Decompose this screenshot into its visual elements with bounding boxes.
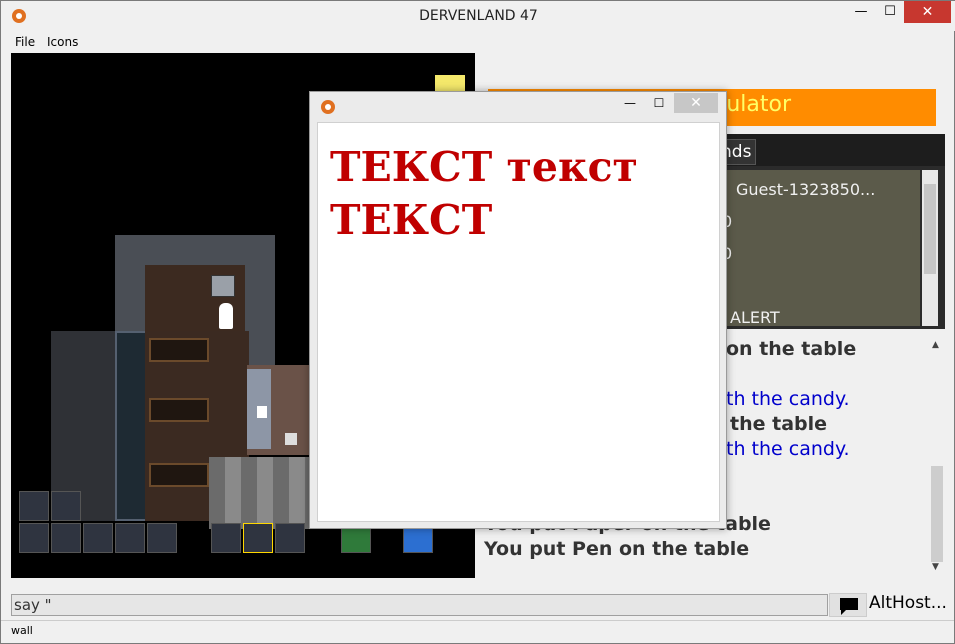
scroll-up-icon[interactable]: ▲ <box>932 340 939 350</box>
text-popup-window: — ☐ ✕ ТЕКСТ текст ТЕКСТ <box>309 91 727 529</box>
app-logo-icon <box>321 100 335 114</box>
shelf <box>149 338 209 362</box>
slot-head-icon[interactable] <box>83 523 113 553</box>
pen-item[interactable] <box>285 433 297 445</box>
popup-text: ТЕКСТ текст ТЕКСТ <box>330 143 638 244</box>
menu-icons[interactable]: Icons <box>47 35 78 49</box>
menu-file[interactable]: File <box>15 35 35 49</box>
scroll-thumb[interactable] <box>931 466 943 562</box>
title-bar: DERVENLAND 47 — ☐ ✕ <box>1 1 955 31</box>
slot-paper-icon[interactable] <box>243 523 273 553</box>
popup-content: ТЕКСТ текст ТЕКСТ <box>317 122 720 522</box>
shelf <box>149 398 209 422</box>
scroll-thumb[interactable] <box>924 184 936 274</box>
chat-line: th the candy. <box>726 438 850 460</box>
slot-hand-icon[interactable] <box>19 523 49 553</box>
chat-line: on the table <box>726 338 857 360</box>
close-button[interactable]: ✕ <box>904 1 951 23</box>
player-character[interactable] <box>219 303 233 329</box>
slot-helmet-icon[interactable] <box>51 491 81 521</box>
slot-ear-icon[interactable] <box>51 523 81 553</box>
scroll-down-icon[interactable]: ▼ <box>932 562 939 572</box>
menu-bar: File Icons <box>1 32 955 52</box>
status-bar: wall <box>1 620 954 642</box>
banner-text: ulator <box>726 92 791 117</box>
speech-bubble-icon <box>840 598 858 615</box>
slot-right-hand-icon[interactable] <box>211 523 241 553</box>
slot-suit-icon[interactable] <box>115 523 145 553</box>
popup-close-button[interactable]: ✕ <box>674 93 718 113</box>
window-title: DERVENLAND 47 <box>419 8 538 24</box>
paper-item[interactable] <box>257 406 267 418</box>
slot-book-icon[interactable] <box>19 491 49 521</box>
slot-figure-icon[interactable] <box>275 523 305 553</box>
command-input[interactable] <box>11 594 828 616</box>
alert-label: ALERT <box>730 308 780 327</box>
chat-line: th the candy. <box>726 388 850 410</box>
minimize-button[interactable]: — <box>846 1 876 23</box>
maximize-button[interactable]: ☐ <box>876 1 904 23</box>
chat-line: the table <box>730 413 828 435</box>
game-window: DERVENLAND 47 — ☐ ✕ File Icons ulator nd… <box>0 0 955 644</box>
status-text: wall <box>11 624 33 637</box>
chat-line: You put Pen on the table <box>484 538 750 560</box>
chat-scrollbar[interactable]: ▲ ▼ <box>929 336 945 578</box>
player-name: Guest-1323850... <box>736 180 876 199</box>
popup-maximize-button[interactable]: ☐ <box>648 93 670 113</box>
popup-minimize-button[interactable]: — <box>620 93 640 113</box>
slot-armor-icon[interactable] <box>147 523 177 553</box>
info-scrollbar[interactable] <box>922 170 938 326</box>
machine[interactable] <box>211 275 235 297</box>
chat-bubble-button[interactable] <box>829 593 867 617</box>
alt-host-button[interactable]: AltHost... <box>867 593 947 617</box>
shelf <box>149 463 209 487</box>
